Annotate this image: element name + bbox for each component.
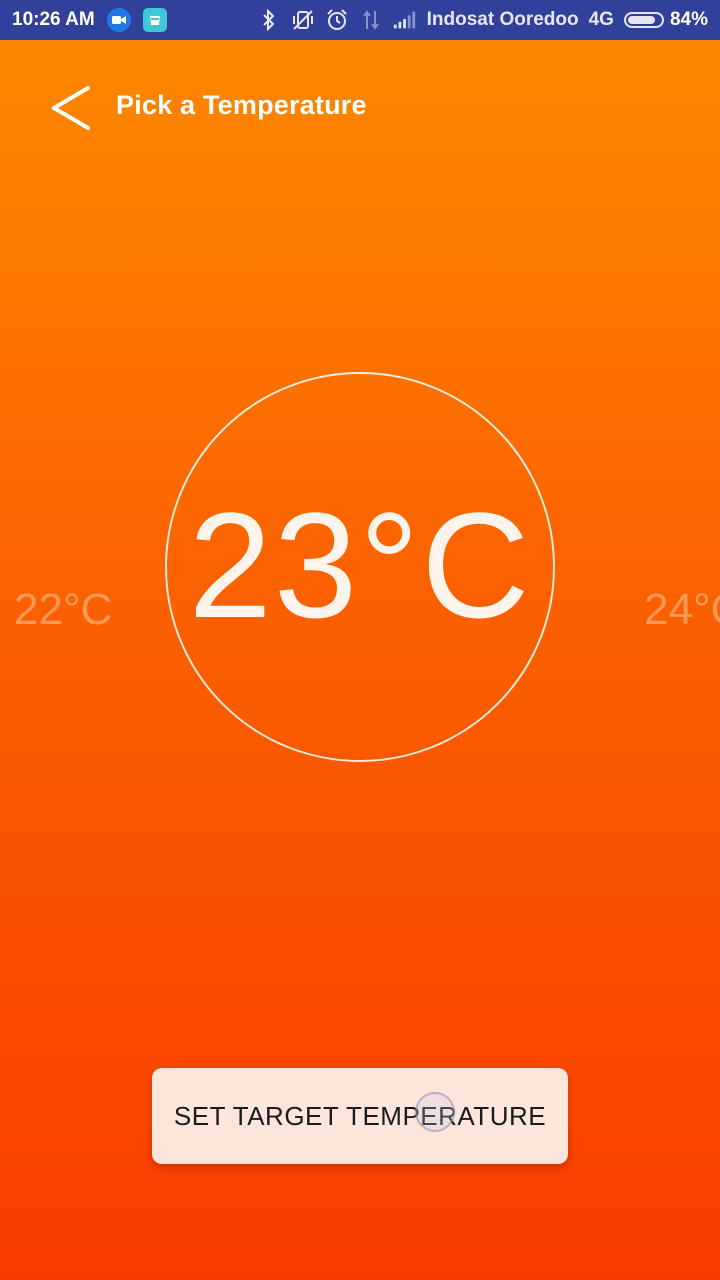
current-temperature: 23°C <box>188 481 532 649</box>
carrier-name: Indosat Ooredoo <box>426 9 579 30</box>
battery-indicator: 84% <box>623 9 708 31</box>
cup-app-icon <box>142 8 167 32</box>
set-target-temperature-button[interactable]: SET TARGET TEMPERATURE <box>152 1068 568 1164</box>
chevron-left-icon <box>52 86 90 130</box>
page-title: Pick a Temperature <box>116 90 367 120</box>
data-arrows-icon <box>359 8 383 32</box>
signal-icon <box>393 8 417 32</box>
screen: 10:26 AM Indosat Ooredoo 4G 84% Pick a T… <box>0 0 720 1280</box>
status-bar: 10:26 AM Indosat Ooredoo 4G 84% <box>0 0 720 40</box>
video-app-icon <box>106 8 131 32</box>
status-time: 10:26 AM <box>12 9 95 30</box>
battery-fill <box>627 16 655 24</box>
next-temperature[interactable]: 24°C <box>644 588 720 632</box>
battery-icon <box>623 12 664 28</box>
temperature-picker[interactable]: 22°C 23°C 24°C <box>0 360 720 780</box>
network-type: 4G <box>588 9 614 30</box>
set-target-temperature-label: SET TARGET TEMPERATURE <box>173 1100 547 1131</box>
status-right: Indosat Ooredoo 4G 84% <box>257 8 720 32</box>
vibrate-off-icon <box>291 8 315 32</box>
alarm-icon <box>325 8 349 32</box>
status-left: 10:26 AM <box>0 8 167 32</box>
battery-percent: 84% <box>669 9 708 30</box>
app-header: Pick a Temperature <box>0 40 720 176</box>
bluetooth-icon <box>257 8 281 32</box>
back-button[interactable] <box>44 84 96 132</box>
